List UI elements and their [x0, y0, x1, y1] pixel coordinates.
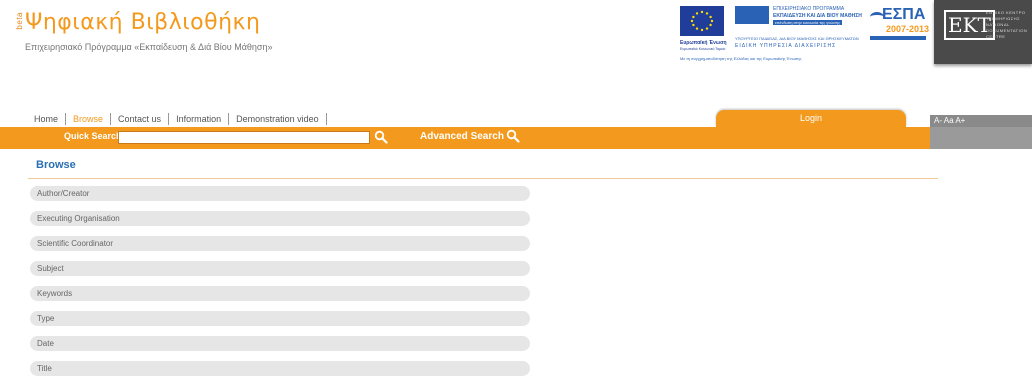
browse-item-date[interactable]: Date: [30, 336, 530, 351]
espa-years: 2007-2013: [886, 24, 930, 34]
page-title: Browse: [36, 159, 76, 171]
sponsor-logos: Ευρωπαϊκή Ένωση Ευρωπαϊκό Κοινωνικό Ταμε…: [680, 6, 930, 62]
ekt-text-line: CENTRE: [986, 34, 1006, 39]
main-nav: Home Browse Contact us Information Demon…: [34, 113, 327, 125]
search-bar-side: [930, 127, 1032, 149]
nav-information[interactable]: Information: [168, 113, 228, 125]
font-size-controls[interactable]: A- Aa A+: [930, 115, 1032, 127]
cofunding-tagline: Με τη συγχρηματοδότηση της Ελλάδας και τ…: [680, 56, 802, 61]
site-header: beta Ψηφιακή Βιβλιοθήκη Επιχειρησιακό Πρ…: [0, 0, 1032, 100]
quick-search-label: Quick Search: [64, 131, 122, 141]
browse-item-title[interactable]: Title: [30, 361, 530, 376]
browse-item-scientific-coordinator[interactable]: Scientific Coordinator: [30, 236, 530, 251]
site-subtitle: Επιχειρησιακό Πρόγραμμα «Εκπαίδευση & Δι…: [25, 42, 273, 52]
espa-logo: ΕΣΠΑ 2007-2013: [870, 6, 930, 46]
program-line-3: επένδυση στην κοινωνία της γνώσης: [773, 20, 843, 25]
browse-item-subject[interactable]: Subject: [30, 261, 530, 276]
advanced-search-link[interactable]: Advanced Search: [420, 131, 504, 142]
ekt-logo[interactable]: EKT ΕΘΝΙΚΟ ΚΕΝΤΡΟ ΤΕΚΜΗΡΙΩΣΗΣ NATIONAL D…: [934, 0, 1032, 64]
nav-browse[interactable]: Browse: [65, 113, 110, 125]
browse-list: Author/Creator Executing Organisation Sc…: [30, 186, 530, 379]
beta-label: beta: [15, 12, 24, 30]
program-service: ΕΙΔΙΚΗ ΥΠΗΡΕΣΙΑ ΔΙΑΧΕΙΡΙΣΗΣ: [735, 43, 837, 49]
advanced-search-icon[interactable]: [506, 129, 520, 143]
login-button[interactable]: Login: [716, 110, 906, 127]
browse-item-type[interactable]: Type: [30, 311, 530, 326]
search-icon[interactable]: [374, 130, 388, 144]
browse-item-keywords[interactable]: Keywords: [30, 286, 530, 301]
program-logo: ΕΠΙΧΕΙΡΗΣΙΑΚΟ ΠΡΟΓΡΑΜΜΑ ΕΚΠΑΙΔΕΥΣΗ ΚΑΙ Δ…: [735, 6, 862, 32]
site-title: Ψηφιακή Βιβλιοθήκη: [25, 10, 261, 35]
eu-caption-small: Ευρωπαϊκό Κοινωνικό Ταμείο: [680, 47, 726, 51]
divider: [28, 178, 938, 179]
nav-home[interactable]: Home: [34, 113, 65, 125]
browse-item-executing-organisation[interactable]: Executing Organisation: [30, 211, 530, 226]
search-bar: Quick Search Advanced Search: [0, 127, 1032, 149]
browse-item-author-creator[interactable]: Author/Creator: [30, 186, 530, 201]
ekt-text: ΕΘΝΙΚΟ ΚΕΝΤΡΟ ΤΕΚΜΗΡΙΩΣΗΣ NATIONAL DOCUM…: [986, 10, 1027, 40]
nav-contact-us[interactable]: Contact us: [110, 113, 168, 125]
program-line-2: ΕΚΠΑΙΔΕΥΣΗ ΚΑΙ ΔΙΑ ΒΙΟΥ ΜΑΘΗΣΗ: [773, 13, 862, 19]
espa-title: ΕΣΠΑ: [882, 6, 926, 23]
program-mark-icon: [735, 6, 769, 24]
nav-demonstration-video[interactable]: Demonstration video: [228, 113, 327, 125]
eu-caption: Ευρωπαϊκή Ένωση: [680, 40, 727, 46]
program-ministry: ΥΠΟΥΡΓΕΙΟ ΠΑΙΔΕΙΑΣ, ΔΙΑ ΒΙΟΥ ΜΑΘΗΣΗΣ ΚΑΙ…: [735, 36, 859, 41]
quick-search-input[interactable]: [118, 131, 370, 144]
eu-flag-icon: [680, 6, 724, 36]
program-line-1: ΕΠΙΧΕΙΡΗΣΙΑΚΟ ΠΡΟΓΡΑΜΜΑ: [773, 6, 845, 12]
espa-bar: [870, 36, 926, 40]
